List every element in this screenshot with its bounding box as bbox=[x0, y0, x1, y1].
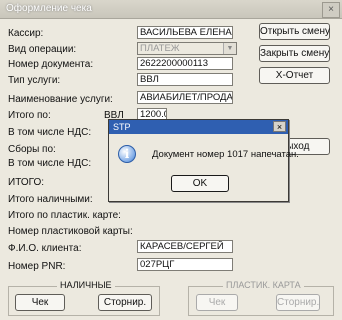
service-type-label: Тип услуги: bbox=[8, 75, 61, 86]
x-report-button[interactable]: X-Отчет bbox=[259, 67, 330, 84]
dialog-title: STP bbox=[113, 122, 131, 132]
itogo-label: ИТОГО: bbox=[8, 177, 45, 188]
cashier-label: Кассир: bbox=[8, 28, 44, 39]
card-number-label: Номер пластиковой карты: bbox=[8, 226, 133, 237]
window-titlebar: Оформление чека × bbox=[0, 0, 342, 19]
operation-select-value: ПЛАТЕЖ bbox=[140, 43, 180, 54]
pnr-label: Номер PNR: bbox=[8, 261, 66, 272]
fees-label: Сборы по: bbox=[8, 144, 56, 155]
ok-button[interactable]: OK bbox=[171, 175, 229, 192]
cash-group-legend: НАЛИЧНЫЕ bbox=[57, 280, 115, 290]
window-title: Оформление чека bbox=[6, 3, 92, 14]
vat2-label: В том числе НДС: bbox=[8, 158, 92, 169]
vat-label: В том числе НДС: bbox=[8, 127, 92, 138]
dialog-titlebar: STP bbox=[109, 120, 288, 134]
operation-select[interactable]: ПЛАТЕЖ ▼ bbox=[137, 42, 237, 55]
cash-total-label: Итого наличными: bbox=[8, 194, 93, 205]
cashier-field[interactable]: ВАСИЛЬЕВА ЕЛЕНА bbox=[137, 26, 233, 39]
card-group-legend: ПЛАСТИК. КАРТА bbox=[223, 280, 304, 290]
info-icon: i bbox=[118, 145, 136, 163]
dialog-message: Документ номер 1017 напечатан. bbox=[152, 149, 299, 160]
operation-label: Вид операции: bbox=[8, 44, 77, 55]
cash-storno-button[interactable]: Сторнир. bbox=[98, 294, 152, 311]
doc-number-field[interactable]: 2622200000113 bbox=[137, 57, 233, 70]
total-label: Итого по: bbox=[8, 110, 51, 121]
doc-number-label: Номер документа: bbox=[8, 59, 94, 70]
cash-group: НАЛИЧНЫЕ Чек Сторнир. bbox=[8, 280, 160, 316]
client-name-field[interactable]: КАРАСЕВ/СЕРГЕЙ bbox=[137, 240, 233, 253]
print-confirmation-dialog: STP × i Документ номер 1017 напечатан. O… bbox=[108, 119, 299, 202]
dialog-close-icon[interactable]: × bbox=[273, 121, 286, 132]
service-name-label: Наименование услуги: bbox=[8, 94, 113, 105]
card-check-button[interactable]: Чек bbox=[196, 294, 238, 311]
service-name-field[interactable]: АВИАБИЛЕТ/ПРОДАЖА bbox=[137, 91, 233, 104]
cash-check-button[interactable]: Чек bbox=[15, 294, 65, 311]
close-shift-button[interactable]: Закрыть смену bbox=[259, 45, 330, 62]
window-close-icon[interactable]: × bbox=[322, 2, 340, 18]
card-group: ПЛАСТИК. КАРТА Чек Сторнир. bbox=[188, 280, 334, 316]
chevron-down-icon[interactable]: ▼ bbox=[223, 43, 236, 54]
receipt-window: Оформление чека × Кассир: Вид операции: … bbox=[0, 0, 342, 320]
card-storno-button[interactable]: Сторнир. bbox=[276, 294, 320, 311]
client-label: Ф.И.О. клиента: bbox=[8, 243, 82, 254]
pnr-field[interactable]: 027РЦГ bbox=[137, 258, 233, 271]
card-total-label: Итого по пластик. карте: bbox=[8, 210, 121, 221]
service-type-field[interactable]: ВВЛ bbox=[137, 73, 233, 86]
open-shift-button[interactable]: Открыть смену bbox=[259, 23, 330, 40]
